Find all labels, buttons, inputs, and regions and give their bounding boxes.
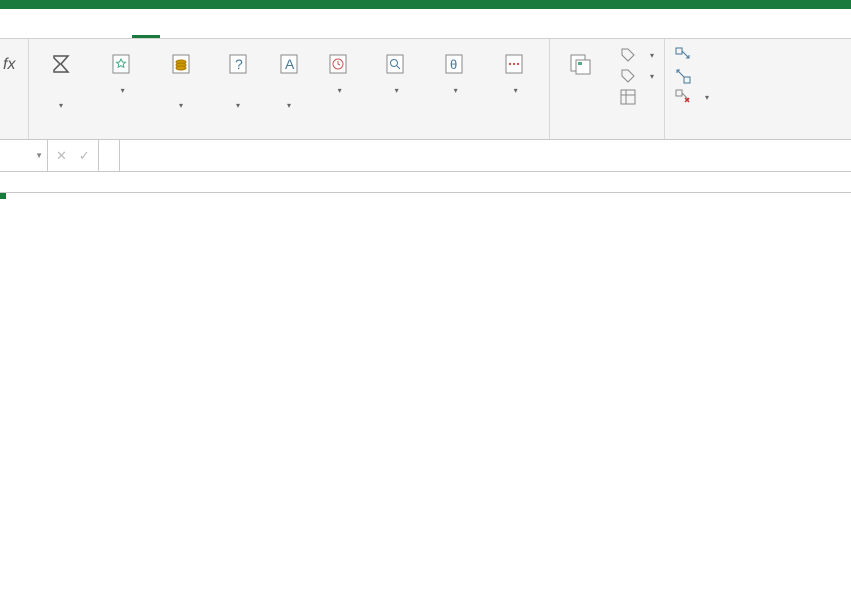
tab-formulas[interactable] bbox=[132, 23, 160, 38]
ribbon: fx ▾ ▾ ▾ ? ▾ A bbox=[0, 39, 851, 140]
question-icon: ? bbox=[226, 52, 250, 76]
cancel-formula-icon[interactable]: ✕ bbox=[56, 148, 67, 164]
tab-page-layout[interactable] bbox=[104, 26, 132, 38]
text-button[interactable]: A ▾ bbox=[269, 43, 309, 113]
text-icon: A bbox=[277, 52, 301, 76]
tab-data[interactable] bbox=[160, 26, 188, 38]
tag-use-icon bbox=[620, 68, 636, 84]
tab-help[interactable] bbox=[272, 26, 300, 38]
autosum-button[interactable]: ▾ bbox=[35, 43, 87, 113]
use-in-formula-button[interactable]: ▾ bbox=[616, 66, 658, 86]
coins-icon bbox=[169, 52, 193, 76]
trace-prec-icon bbox=[675, 47, 691, 63]
grid-icon bbox=[620, 89, 636, 105]
trace-precedents-button[interactable] bbox=[671, 45, 713, 65]
function-library-label bbox=[35, 133, 543, 139]
svg-text:fx: fx bbox=[3, 56, 16, 73]
formula-bar: ▼ ✕ ✓ bbox=[0, 140, 851, 172]
column-headers bbox=[0, 172, 851, 193]
fill-handle[interactable] bbox=[0, 193, 6, 199]
search-icon bbox=[383, 52, 407, 76]
sigma-icon bbox=[49, 52, 73, 76]
financial-button[interactable]: ▾ bbox=[155, 43, 207, 113]
star-icon bbox=[109, 52, 133, 76]
remove-arrows-icon bbox=[675, 89, 691, 105]
name-box[interactable]: ▼ bbox=[0, 140, 48, 171]
date-time-button[interactable]: ▾ bbox=[317, 43, 359, 98]
formula-input[interactable] bbox=[120, 140, 851, 171]
recently-used-button[interactable]: ▾ bbox=[95, 43, 147, 98]
accept-formula-icon[interactable]: ✓ bbox=[79, 148, 90, 164]
trace-dependents-button[interactable] bbox=[671, 66, 713, 86]
tab-draw[interactable] bbox=[76, 26, 104, 38]
fx-label[interactable] bbox=[99, 140, 120, 171]
ribbon-tabs bbox=[0, 9, 851, 39]
more-functions-button[interactable]: ▾ bbox=[485, 43, 543, 98]
tag-icon bbox=[620, 47, 636, 63]
fx-icon: fx bbox=[2, 51, 20, 77]
theta-icon: θ bbox=[442, 52, 466, 76]
svg-text:A: A bbox=[285, 56, 295, 72]
trace-dep-icon bbox=[675, 68, 691, 84]
remove-arrows-button[interactable]: ▾ bbox=[671, 87, 713, 107]
insert-function-button[interactable]: fx bbox=[0, 43, 22, 83]
clock-icon bbox=[326, 52, 350, 76]
dots-icon bbox=[502, 52, 526, 76]
name-manager-button[interactable] bbox=[556, 43, 608, 83]
svg-text:?: ? bbox=[235, 56, 243, 72]
create-from-selection-button[interactable] bbox=[616, 87, 658, 107]
name-manager-icon bbox=[568, 51, 596, 77]
tab-developer[interactable] bbox=[244, 26, 272, 38]
svg-text:θ: θ bbox=[450, 57, 457, 72]
defined-names-label bbox=[556, 133, 658, 139]
tab-home[interactable] bbox=[20, 26, 48, 38]
tab-review[interactable] bbox=[188, 26, 216, 38]
tab-view[interactable] bbox=[216, 26, 244, 38]
name-box-dropdown-icon: ▼ bbox=[35, 151, 43, 160]
tab-insert[interactable] bbox=[48, 26, 76, 38]
lookup-reference-button[interactable]: ▾ bbox=[367, 43, 423, 98]
logical-button[interactable]: ? ▾ bbox=[215, 43, 261, 113]
define-name-button[interactable]: ▾ bbox=[616, 45, 658, 65]
spreadsheet-grid bbox=[0, 172, 851, 193]
formula-auditing-label bbox=[671, 133, 713, 139]
math-trig-button[interactable]: θ ▾ bbox=[431, 43, 477, 98]
